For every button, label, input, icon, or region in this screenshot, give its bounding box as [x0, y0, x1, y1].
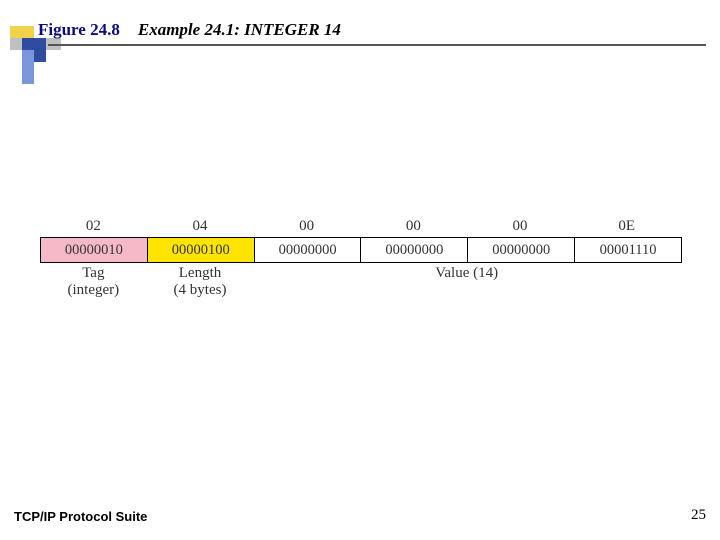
label-tag-sub: (integer): [40, 282, 147, 299]
title-underline: [48, 44, 706, 46]
binary-cell-value: 00000000: [361, 238, 468, 262]
binary-cell-value: 00000000: [255, 238, 362, 262]
figure-title: Example 24.1: INTEGER 14: [138, 20, 341, 39]
page-number: 25: [691, 507, 706, 524]
book-title: TCP/IP Protocol Suite: [14, 509, 147, 524]
tlv-diagram: 02 04 00 00 00 0E 00000010 00000100 0000…: [40, 216, 680, 302]
binary-cell-value: 00001110: [575, 238, 681, 262]
hex-cell: 02: [40, 216, 147, 237]
hex-cell: 0E: [573, 216, 680, 237]
binary-row: 00000010 00000100 00000000 00000000 0000…: [40, 237, 682, 263]
hex-row: 02 04 00 00 00 0E: [40, 216, 680, 237]
label-tag-main: Tag: [40, 265, 147, 282]
binary-cell-length: 00000100: [148, 238, 255, 262]
binary-cell-value: 00000000: [468, 238, 575, 262]
hex-cell: 00: [253, 216, 360, 237]
figure-label: Figure 24.8: [38, 20, 120, 39]
binary-cell-tag: 00000010: [41, 238, 148, 262]
hex-cell: 00: [467, 216, 574, 237]
decor-blue-bar: [22, 50, 34, 84]
hex-cell: 00: [360, 216, 467, 237]
label-length: Length (4 bytes): [147, 263, 254, 302]
label-value: Value (14): [253, 263, 680, 302]
figure-title-line: Figure 24.8 Example 24.1: INTEGER 14: [38, 20, 341, 40]
slide-header: Figure 24.8 Example 24.1: INTEGER 14: [0, 0, 720, 12]
label-row: Tag (integer) Length (4 bytes) Value (14…: [40, 263, 680, 302]
slide-footer: TCP/IP Protocol Suite 25: [14, 507, 706, 524]
label-tag: Tag (integer): [40, 263, 147, 302]
label-length-sub: (4 bytes): [147, 282, 254, 299]
hex-cell: 04: [147, 216, 254, 237]
label-length-main: Length: [147, 265, 254, 282]
